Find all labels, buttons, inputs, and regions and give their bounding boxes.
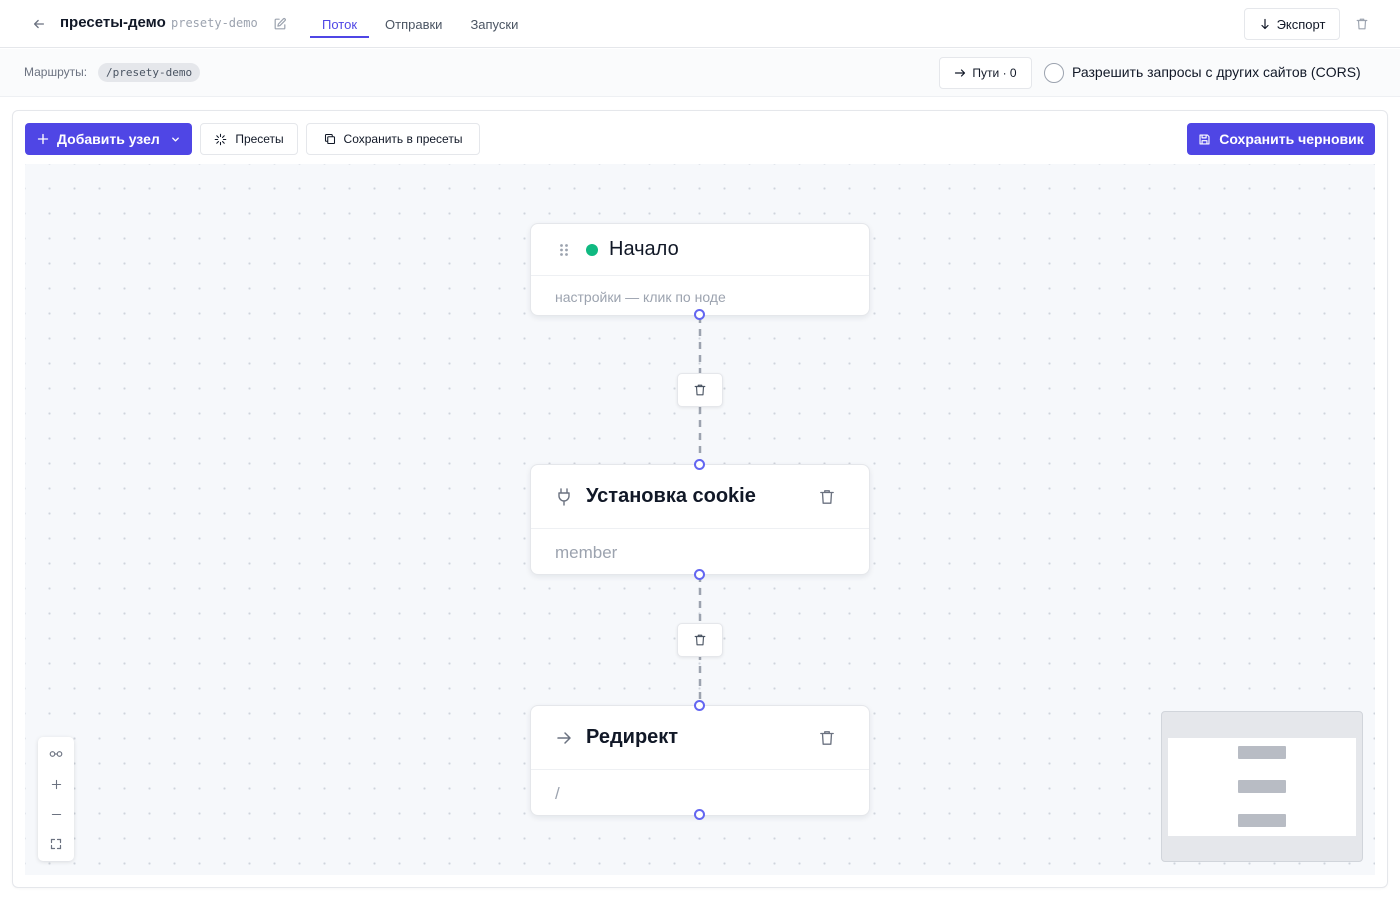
zoom-controls bbox=[38, 737, 74, 861]
presets-label: Пресеты bbox=[235, 132, 284, 146]
plus-icon bbox=[51, 779, 61, 789]
tab-runs[interactable]: Запуски bbox=[458, 0, 530, 48]
delete-flow-button[interactable] bbox=[1352, 14, 1372, 34]
cors-checkbox[interactable] bbox=[1044, 63, 1064, 83]
chevron-down-icon bbox=[171, 137, 179, 141]
add-node-label: Добавить узел bbox=[57, 131, 160, 147]
node-set-cookie-input-handle[interactable] bbox=[694, 459, 705, 470]
route-chip[interactable]: /presety-demo bbox=[98, 63, 201, 82]
plus-icon bbox=[37, 133, 49, 145]
export-button-label: Экспорт bbox=[1276, 16, 1326, 32]
node-set-cookie-title: Установка cookie bbox=[586, 485, 756, 507]
paths-button[interactable]: Пути · 0 bbox=[939, 57, 1032, 89]
node-set-cookie-subtitle: member bbox=[555, 543, 618, 562]
copy-icon bbox=[324, 133, 335, 145]
arrow-right-icon bbox=[955, 69, 966, 77]
edit-title-button[interactable] bbox=[270, 14, 290, 34]
arrow-left-icon bbox=[33, 19, 45, 29]
save-draft-button[interactable]: Сохранить черновик bbox=[1187, 123, 1375, 155]
pencil-square-icon bbox=[274, 17, 286, 30]
node-redirect-input-handle[interactable] bbox=[694, 700, 705, 711]
node-redirect-header: Редирект bbox=[531, 706, 869, 770]
fit-view-button[interactable] bbox=[38, 829, 74, 859]
node-set-cookie-header: Установка cookie bbox=[531, 465, 869, 529]
node-redirect-output-handle[interactable] bbox=[694, 809, 705, 820]
node-start-subtitle: настройки — клик по ноде bbox=[555, 289, 726, 305]
sparkle-loader-icon bbox=[215, 133, 227, 145]
add-node-button[interactable]: Добавить узел bbox=[25, 123, 192, 155]
plug-icon bbox=[558, 488, 570, 506]
routes-bar: Маршруты: /presety-demo Пути · 0 Разреши… bbox=[0, 49, 1400, 97]
minimap-viewport[interactable] bbox=[1168, 738, 1356, 836]
save-draft-label: Сохранить черновик bbox=[1219, 131, 1364, 147]
cors-label[interactable]: Разрешить запросы с других сайтов (CORS) bbox=[1072, 64, 1361, 80]
node-set-cookie[interactable]: Установка cookie member bbox=[530, 464, 870, 575]
zoom-out-button[interactable] bbox=[38, 799, 74, 829]
tab-flow[interactable]: Поток bbox=[310, 0, 370, 48]
node-redirect-title: Редирект bbox=[586, 726, 679, 748]
routes-label: Маршруты: bbox=[24, 65, 88, 79]
main-tabs: Поток Отправки Запуски bbox=[310, 0, 534, 48]
trash-icon bbox=[820, 490, 834, 504]
status-dot bbox=[586, 244, 598, 256]
floppy-disk-icon bbox=[1199, 133, 1210, 145]
save-to-presets-label: Сохранить в пресеты bbox=[343, 132, 463, 146]
arrow-down-icon bbox=[1260, 18, 1269, 30]
tab-submissions[interactable]: Отправки bbox=[373, 0, 454, 48]
trash-icon bbox=[1356, 18, 1368, 30]
glasses-icon bbox=[49, 751, 63, 757]
back-button[interactable] bbox=[28, 13, 50, 35]
node-start-header: Начало bbox=[531, 224, 869, 276]
minimap-toggle-button[interactable] bbox=[38, 739, 74, 769]
trash-icon bbox=[820, 731, 834, 745]
minimap-node-redirect bbox=[1238, 814, 1286, 827]
save-to-presets-button[interactable]: Сохранить в пресеты bbox=[306, 123, 480, 155]
trash-icon bbox=[694, 634, 706, 646]
page-slug: presety-demo bbox=[171, 16, 258, 30]
edge-delete-button-1[interactable] bbox=[677, 373, 723, 407]
node-set-cookie-delete-button[interactable] bbox=[817, 487, 837, 507]
node-start[interactable]: Начало настройки — клик по ноде bbox=[530, 223, 870, 316]
fullscreen-icon bbox=[50, 838, 62, 850]
node-redirect-delete-button[interactable] bbox=[817, 728, 837, 748]
trash-icon bbox=[694, 384, 706, 396]
minimap[interactable] bbox=[1161, 711, 1363, 862]
minimap-node-set-cookie bbox=[1238, 780, 1286, 793]
zoom-in-button[interactable] bbox=[38, 769, 74, 799]
minus-icon bbox=[51, 813, 61, 815]
arrow-right-icon bbox=[557, 732, 571, 744]
node-set-cookie-output-handle[interactable] bbox=[694, 569, 705, 580]
export-button[interactable]: Экспорт bbox=[1244, 8, 1340, 40]
node-redirect[interactable]: Редирект / bbox=[530, 705, 870, 816]
paths-button-label: Пути · 0 bbox=[972, 66, 1017, 80]
page-title: пресеты-демо bbox=[60, 14, 166, 31]
node-start-title: Начало bbox=[609, 238, 679, 260]
node-start-output-handle[interactable] bbox=[694, 309, 705, 320]
minimap-node-start bbox=[1238, 746, 1286, 759]
presets-button[interactable]: Пресеты bbox=[200, 123, 298, 155]
edge-delete-button-2[interactable] bbox=[677, 623, 723, 657]
node-redirect-subtitle: / bbox=[555, 784, 560, 803]
drag-grip-icon[interactable] bbox=[559, 243, 569, 257]
top-bar: пресеты-демо presety-demo Поток Отправки… bbox=[0, 0, 1400, 48]
